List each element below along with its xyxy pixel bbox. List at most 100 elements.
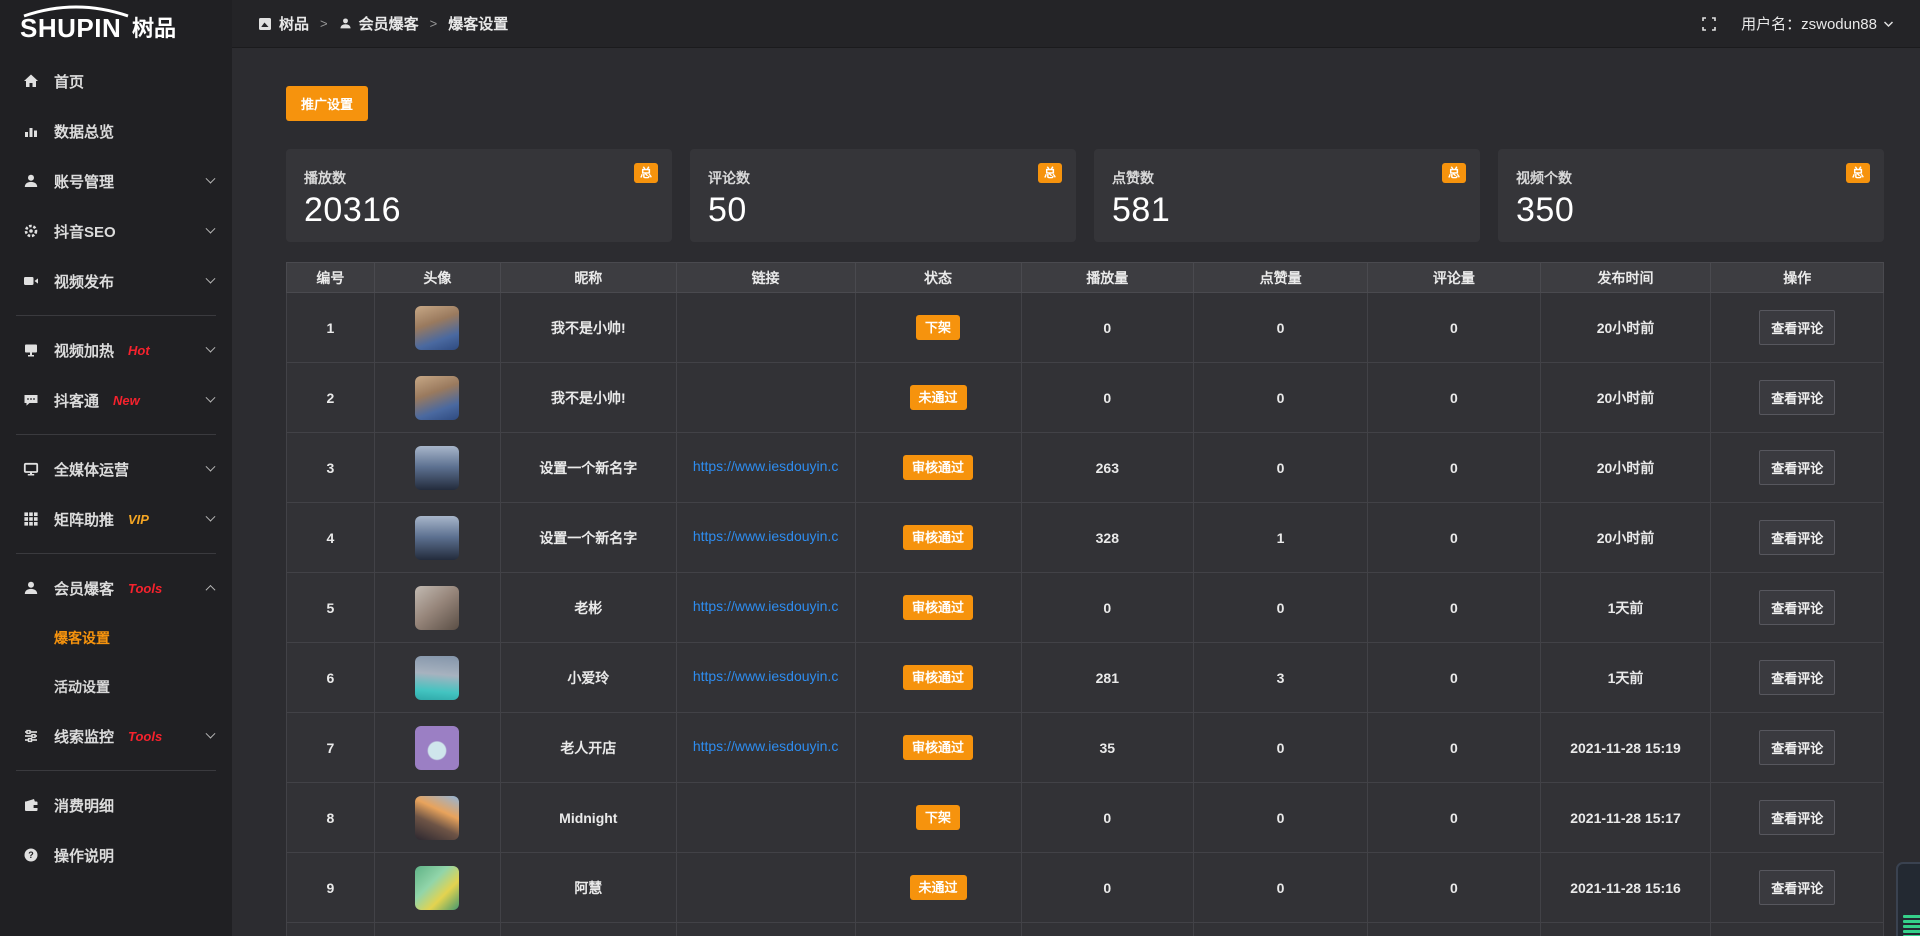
view-comments-button[interactable]: 查看评论 (1759, 800, 1835, 835)
sidebar-item-douyin-seo[interactable]: 抖音SEO (0, 206, 232, 256)
table-row: 9 阿慧 未通过 0 0 0 2021-11-28 15:16 查看评论 (287, 853, 1884, 923)
sidebar-item-matrix-boost[interactable]: 矩阵助推 VIP (0, 494, 232, 544)
stat-label: 点赞数 (1112, 168, 1462, 188)
cell-avatar (374, 503, 500, 573)
cell-status: 下架 (855, 783, 1021, 853)
stat-value: 581 (1112, 191, 1462, 230)
comments-value: 0 (1450, 670, 1458, 686)
sidebar-item-data-overview[interactable]: 数据总览 (0, 106, 232, 156)
sidebar-item-video-heat[interactable]: 视频加热 Hot (0, 325, 232, 375)
cell-comments: 0 (1368, 643, 1540, 713)
cell-status: 下架 (855, 293, 1021, 363)
total-badge: 总 (1442, 163, 1466, 183)
cell-no: 3 (287, 433, 375, 503)
cell-link: https://www.iesdouyin.c (676, 713, 855, 783)
monitor-icon (22, 461, 39, 477)
sidebar-subitem-activity-settings[interactable]: 活动设置 (0, 662, 232, 711)
cell-status: 审核通过 (855, 573, 1021, 643)
cell-likes: 0 (1194, 433, 1368, 503)
view-comments-button[interactable]: 查看评论 (1759, 380, 1835, 415)
view-comments-button[interactable]: 查看评论 (1759, 660, 1835, 695)
col-nickname: 昵称 (500, 263, 676, 293)
fullscreen-button[interactable] (1701, 16, 1717, 32)
plays-value: 328 (1096, 530, 1119, 546)
cell-publish-time: 20小时前 (1540, 363, 1711, 433)
publish-time: 20小时前 (1597, 530, 1655, 546)
view-comments-button[interactable]: 查看评论 (1759, 450, 1835, 485)
video-link[interactable]: https://www.iesdouyin.c (693, 668, 839, 684)
avatar (415, 586, 459, 630)
sidebar-item-all-media[interactable]: 全媒体运营 (0, 444, 232, 494)
avatar (415, 656, 459, 700)
cell-publish-time: 20小时前 (1540, 503, 1711, 573)
breadcrumb-item-root[interactable]: 树品 (258, 13, 309, 34)
grid-icon (22, 511, 39, 527)
promo-settings-button[interactable]: 推广设置 (286, 86, 368, 121)
video-link[interactable]: https://www.iesdouyin.c (693, 598, 839, 614)
cell-comments: 0 (1368, 433, 1540, 503)
sidebar-item-account-mgmt[interactable]: 账号管理 (0, 156, 232, 206)
sidebar-item-member-baoke[interactable]: 会员爆客 Tools (0, 563, 232, 613)
breadcrumb: 树品 > 会员爆客 > 爆客设置 (258, 13, 508, 34)
publish-time: 2021-11-28 15:16 (1570, 880, 1681, 896)
user-menu[interactable]: 用户名：zswodun88 (1741, 13, 1894, 34)
screen-icon (22, 342, 39, 358)
view-comments-button[interactable]: 查看评论 (1759, 310, 1835, 345)
view-comments-button[interactable]: 查看评论 (1759, 590, 1835, 625)
cell-no: 2 (287, 363, 375, 433)
sidebar-item-clue-monitor[interactable]: 线索监控 Tools (0, 711, 232, 761)
table-row: 3 设置一个新名字 https://www.iesdouyin.c 审核通过 2… (287, 433, 1884, 503)
logo[interactable]: SHUPIN 树品 (0, 0, 232, 48)
cell-link: https://www.iesdouyin.c (676, 433, 855, 503)
table-row: 8 Midnight 下架 0 0 0 2021-11-28 15:17 查看评… (287, 783, 1884, 853)
sidebar-item-douketong[interactable]: 抖客通 New (0, 375, 232, 425)
sidebar-item-video-publish[interactable]: 视频发布 (0, 256, 232, 306)
floating-widget[interactable] (1896, 862, 1920, 936)
plays-value: 0 (1103, 320, 1111, 336)
video-link[interactable]: https://www.iesdouyin.c (693, 458, 839, 474)
page-title: 爆客设置 (448, 13, 508, 34)
status-badge: 下架 (916, 315, 960, 340)
sidebar-item-instructions[interactable]: ? 操作说明 (0, 830, 232, 880)
stat-value: 50 (708, 191, 1058, 230)
svg-text:?: ? (28, 850, 34, 860)
status-badge: 审核通过 (903, 735, 973, 760)
row-number: 9 (327, 880, 335, 896)
cell-nickname: 设置一个新名字 (500, 433, 676, 503)
sidebar-item-home[interactable]: 首页 (0, 56, 232, 106)
publish-time: 2021-11-28 15:19 (1570, 740, 1681, 756)
cell-publish-time: 1天前 (1540, 573, 1711, 643)
sliders-icon (22, 728, 39, 744)
cell-no: 6 (287, 643, 375, 713)
row-number: 1 (327, 320, 335, 336)
app-root: SHUPIN 树品 首页 数据总览 账号管理 抖音SEO (0, 0, 1920, 936)
cell-action: 查看评论 (1711, 363, 1884, 433)
likes-value: 1 (1277, 530, 1285, 546)
stat-cards: 播放数 20316 总 评论数 50 总 点赞数 581 总 视频个数 350 (286, 149, 1884, 242)
avatar (415, 866, 459, 910)
view-comments-button[interactable]: 查看评论 (1759, 730, 1835, 765)
nickname-text: 设置一个新名字 (539, 530, 637, 546)
comment-icon (22, 392, 39, 408)
sidebar-subitem-baoke-settings[interactable]: 爆客设置 (0, 613, 232, 662)
breadcrumb-item-member-baoke[interactable]: 会员爆客 (339, 13, 419, 34)
widget-bar (1903, 925, 1920, 928)
cell-likes: 0 (1194, 853, 1368, 923)
video-link[interactable]: https://www.iesdouyin.c (693, 528, 839, 544)
sidebar-item-consumption-detail[interactable]: 消费明细 (0, 780, 232, 830)
table-row: 2 我不是小帅! 未通过 0 0 0 20小时前 查看评论 (287, 363, 1884, 433)
cell-publish-time: 2021-11-28 15:17 (1540, 783, 1711, 853)
cell-action: 查看评论 (1711, 573, 1884, 643)
avatar (415, 796, 459, 840)
status-badge: 审核通过 (903, 455, 973, 480)
publish-time: 20小时前 (1597, 390, 1655, 406)
view-comments-button[interactable]: 查看评论 (1759, 520, 1835, 555)
avatar (415, 726, 459, 770)
view-comments-button[interactable]: 查看评论 (1759, 870, 1835, 905)
col-no: 编号 (287, 263, 375, 293)
video-link[interactable]: https://www.iesdouyin.c (693, 738, 839, 754)
cell-avatar (374, 783, 500, 853)
cell-action: 查看评论 (1711, 643, 1884, 713)
wallet-icon (22, 797, 39, 813)
stat-label: 视频个数 (1516, 168, 1866, 188)
